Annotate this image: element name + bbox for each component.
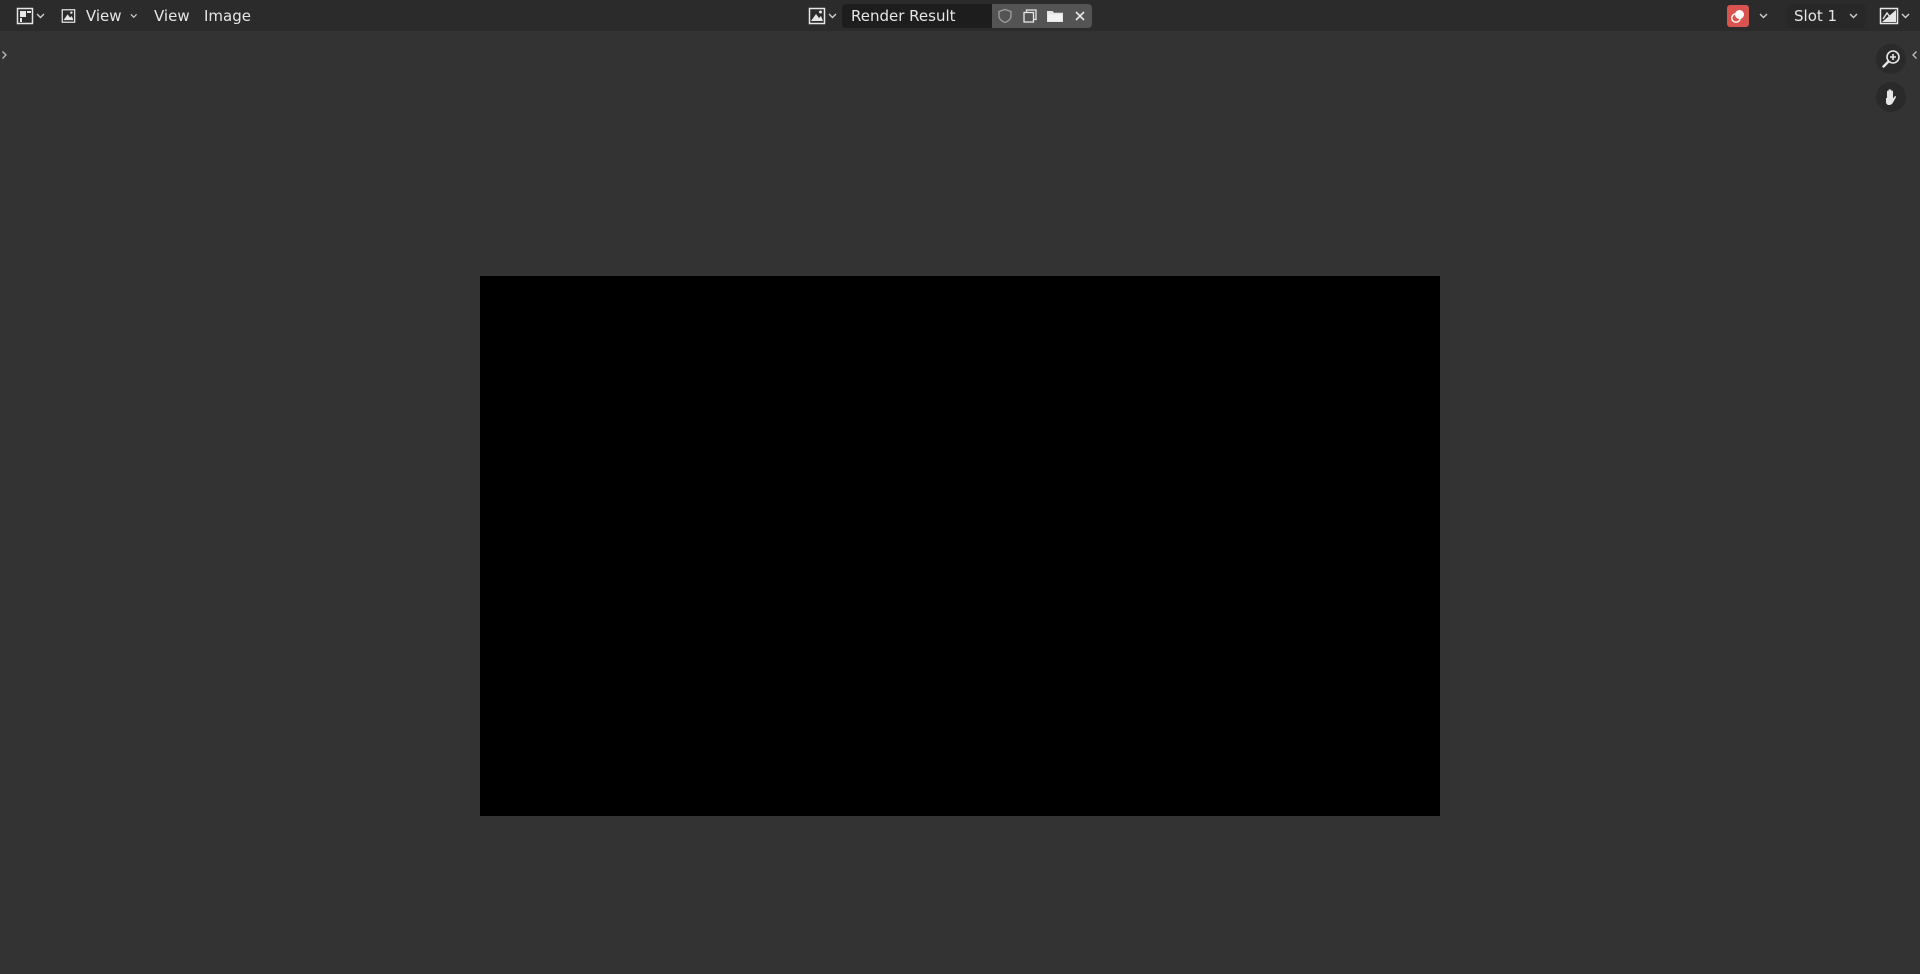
render-result-icon	[1727, 5, 1749, 27]
render-result-canvas[interactable]	[480, 276, 1440, 816]
image-editor-icon	[16, 7, 33, 25]
pan-gizmo[interactable]	[1876, 82, 1906, 112]
chevron-right-icon	[2, 51, 7, 59]
display-channels-icon	[1879, 7, 1898, 25]
slot-select[interactable]: Slot 1	[1786, 4, 1866, 28]
chevron-down-icon	[129, 13, 137, 19]
mode-selector[interactable]: View	[59, 4, 137, 28]
duplicate-icon	[1022, 9, 1037, 23]
hand-icon	[1886, 89, 1897, 105]
image-name-field[interactable]: Render Result	[842, 4, 992, 28]
unlink-image-button[interactable]	[1067, 4, 1092, 28]
chevron-down-icon	[1759, 13, 1768, 19]
display-channels-selector[interactable]	[1874, 4, 1914, 28]
slot-label: Slot 1	[1794, 7, 1838, 25]
chevron-down-icon	[828, 13, 836, 19]
image-browse-button[interactable]	[803, 4, 841, 28]
folder-icon	[1046, 11, 1063, 22]
render-slot-selector[interactable]	[1727, 4, 1773, 28]
new-image-button[interactable]	[1017, 4, 1042, 28]
chevron-down-icon	[1849, 13, 1858, 19]
editor-type-selector[interactable]	[12, 4, 48, 28]
open-image-button[interactable]	[1042, 4, 1067, 28]
chevron-left-icon	[1912, 51, 1917, 59]
image-viewport[interactable]	[0, 31, 1920, 974]
toolbar-expand-arrow[interactable]	[1, 49, 8, 63]
fake-user-button[interactable]	[992, 4, 1017, 28]
image-icon	[808, 7, 825, 25]
close-icon	[1074, 11, 1085, 21]
zoom-icon	[1882, 50, 1900, 68]
image-view-icon	[61, 9, 76, 23]
chevron-down-icon	[36, 13, 44, 19]
mode-label: View	[85, 7, 122, 25]
sidebar-expand-arrow[interactable]	[1911, 49, 1918, 63]
zoom-gizmo[interactable]	[1876, 44, 1906, 74]
menu-image[interactable]: Image	[204, 6, 251, 26]
menu-view[interactable]: View	[154, 6, 190, 26]
shield-icon	[997, 8, 1012, 24]
chevron-down-icon	[1901, 13, 1909, 19]
editor-header: View View Image Render Result Slot 1	[0, 0, 1920, 31]
